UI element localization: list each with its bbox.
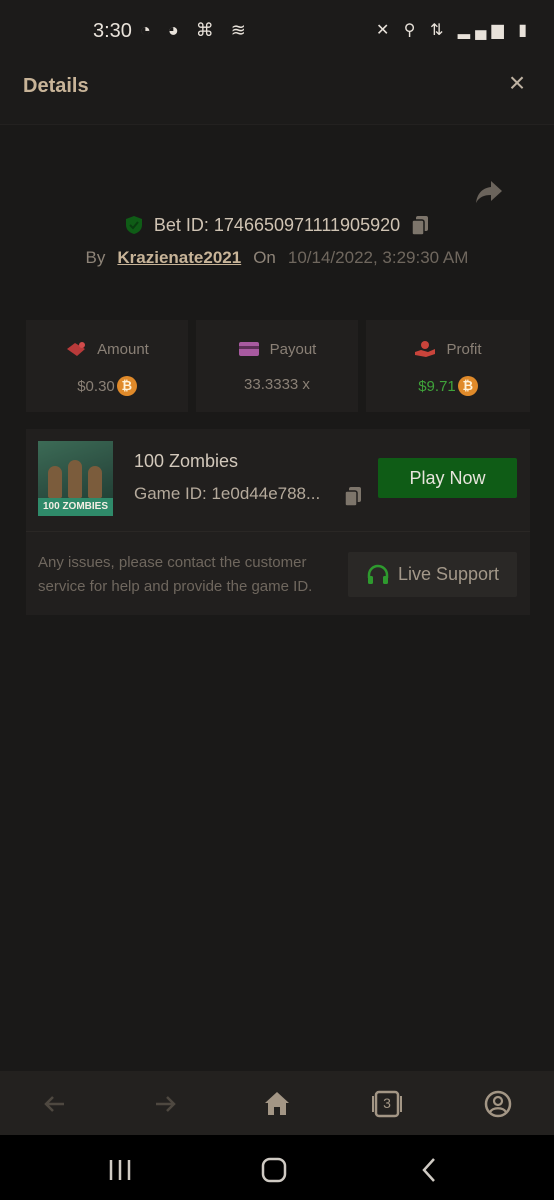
username-link[interactable]: Krazienate2021	[117, 248, 241, 268]
bet-date: 10/14/2022, 3:29:30 AM	[287, 248, 469, 267]
amount-icon	[67, 342, 86, 356]
status-time: 3:30	[93, 20, 132, 42]
browser-bottom-nav: 3	[0, 1071, 554, 1135]
game-id: Game ID: 1e0d44e788...	[134, 484, 321, 503]
payout-label: Payout	[269, 340, 317, 358]
payout-value: 33.3333 x	[244, 376, 310, 393]
home-button-icon[interactable]	[259, 1155, 289, 1185]
copy-icon[interactable]	[343, 485, 363, 507]
zombie-figure	[48, 466, 62, 498]
bitcoin-icon: ₿	[457, 376, 478, 396]
system-nav-bar	[0, 1135, 554, 1200]
forward-arrow-icon[interactable]	[148, 1087, 182, 1121]
zombie-figure	[88, 466, 102, 498]
details-header: Details ×	[0, 50, 554, 125]
close-icon[interactable]: ×	[504, 69, 530, 97]
on-label: On	[253, 248, 276, 267]
tabs-icon[interactable]: 3	[370, 1087, 404, 1121]
home-icon[interactable]	[260, 1087, 294, 1121]
bet-meta-row: By Krazienate2021 On 10/14/2022, 3:29:30…	[0, 248, 554, 276]
divider	[26, 531, 530, 532]
bitcoin-icon: ₿	[116, 376, 137, 396]
payout-card: Payout 33.3333 x	[196, 320, 358, 412]
amount-value: $0.30	[77, 377, 115, 395]
status-right-icons: ✕ ⚲ ⇅ ▂▄▆ ▮	[375, 22, 532, 39]
tabs-count: 3	[383, 1095, 391, 1111]
system-back-icon[interactable]	[415, 1155, 445, 1185]
bet-id-row: Bet ID: 1746650971111905920	[0, 214, 554, 242]
game-name: 100 Zombies	[134, 451, 239, 471]
profit-hand-icon	[415, 341, 436, 357]
profit-value: $9.71	[418, 377, 456, 395]
amount-card: Amount $0.30 ₿	[26, 320, 188, 412]
copy-icon[interactable]	[410, 214, 430, 236]
by-label: By	[85, 248, 106, 267]
play-now-button[interactable]: Play Now	[378, 458, 517, 498]
live-support-label: Live Support	[397, 564, 500, 584]
recent-apps-icon[interactable]	[105, 1155, 135, 1185]
support-notice: Any issues, please contact the customer …	[38, 554, 313, 595]
bet-id: Bet ID: 1746650971111905920	[153, 214, 401, 235]
share-icon[interactable]	[474, 178, 504, 206]
thumb-title: 100 ZOMBIES	[38, 498, 113, 516]
shield-icon	[125, 216, 142, 234]
payout-card-icon	[238, 342, 259, 356]
status-bar: 3:30 ◔ ◕ ⌘ ≋ ✕ ⚲ ⇅ ▂▄▆ ▮	[0, 0, 554, 50]
page-title: Details	[23, 75, 89, 97]
game-thumbnail[interactable]: 100 ZOMBIES	[38, 441, 113, 516]
amount-label: Amount	[97, 340, 149, 358]
zombie-figure	[68, 460, 82, 498]
live-support-button[interactable]: Live Support	[348, 552, 517, 597]
account-icon[interactable]	[481, 1087, 515, 1121]
headset-icon	[367, 564, 389, 584]
profit-label: Profit	[446, 340, 482, 358]
status-left-icons: ◔ ◕ ⌘ ≋	[140, 20, 252, 40]
profit-card: Profit $9.71 ₿	[366, 320, 530, 412]
back-arrow-icon[interactable]	[38, 1087, 72, 1121]
